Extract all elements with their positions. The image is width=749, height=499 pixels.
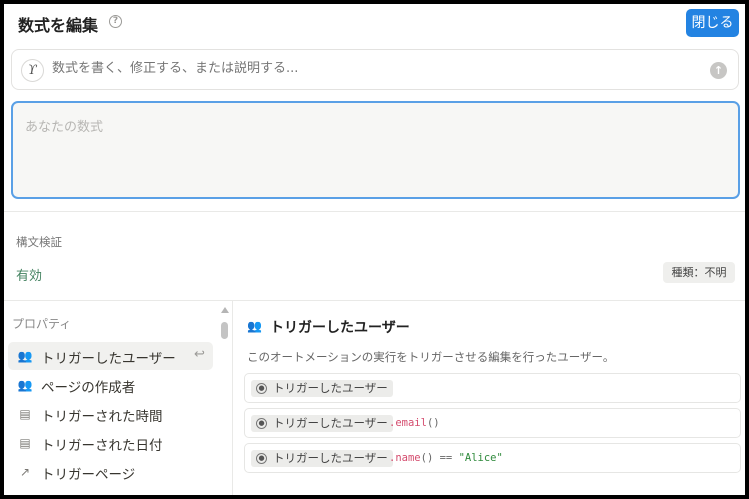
properties-panel: プロパティ 👥 トリガーしたユーザー ↩ 👥 ページの作成者 ▤ トリガーされた… [4, 301, 232, 495]
arrow-up-circle-icon[interactable]: ↑ [710, 62, 727, 79]
property-chip: ● トリガーしたユーザー [251, 380, 393, 397]
property-label: トリガーされた時間 [41, 409, 163, 425]
ai-prompt-bar[interactable]: ϒ ↑ [11, 49, 739, 90]
example-formula[interactable]: ● トリガーしたユーザー .name() == "Alice" [244, 443, 741, 473]
formula-placeholder: あなたの数式 [25, 120, 104, 135]
people-icon: 👥 [17, 378, 33, 392]
divider [4, 211, 745, 212]
properties-scrollbar[interactable] [220, 307, 229, 341]
formula-editor-dialog: 数式を編集 ? 閉じる ϒ ↑ あなたの数式 構文検証 有効 種類：不明 プロパ… [4, 4, 745, 495]
example-code: .email() [389, 417, 440, 429]
property-chip: ● トリガーしたユーザー [251, 415, 393, 432]
detail-title: トリガーしたユーザー [270, 320, 410, 336]
code-string: "Alice" [458, 452, 503, 464]
chip-label: トリガーしたユーザー [273, 416, 388, 430]
ai-sparkle-icon: ϒ [21, 59, 44, 82]
syntax-status: 有効 [16, 269, 43, 284]
chip-label: トリガーしたユーザー [273, 381, 388, 395]
person-circle-icon: ● [256, 418, 267, 429]
property-label: トリガーページ [41, 467, 136, 483]
calendar-icon: ▤ [19, 407, 31, 421]
code-function: name [395, 452, 421, 464]
dialog-title: 数式を編集 [18, 16, 99, 35]
type-badge: 種類：不明 [663, 262, 735, 283]
property-label: トリガーしたユーザー [41, 351, 176, 367]
detail-description: このオートメーションの実行をトリガーさせる編集を行ったユーザー。 [247, 350, 615, 364]
ai-prompt-input[interactable] [52, 61, 692, 76]
people-icon: 👥 [247, 319, 262, 333]
example-formula[interactable]: ● トリガーしたユーザー .email() [244, 408, 741, 438]
scroll-up-arrow-icon[interactable] [221, 307, 229, 313]
person-circle-icon: ● [256, 453, 267, 464]
chip-label: トリガーしたユーザー [273, 451, 388, 465]
people-icon: 👥 [17, 349, 33, 363]
example-code: .name() == "Alice" [389, 452, 503, 464]
scroll-thumb[interactable] [221, 322, 228, 339]
arrow-up-right-icon: ↗ [19, 465, 31, 479]
property-item-triggered-time[interactable]: ▤ トリガーされた時間 [8, 400, 213, 428]
dialog-header: 数式を編集 ? 閉じる [4, 4, 745, 44]
code-rest: () [426, 417, 440, 429]
property-item-triggered-user[interactable]: 👥 トリガーしたユーザー ↩ [8, 342, 213, 370]
properties-header: プロパティ [12, 317, 72, 331]
property-item-page-creator[interactable]: 👥 ページの作成者 [8, 371, 213, 399]
calendar-icon: ▤ [19, 436, 31, 450]
close-button[interactable]: 閉じる [686, 9, 739, 37]
property-detail-panel: 👥 トリガーしたユーザー このオートメーションの実行をトリガーさせる編集を行った… [233, 301, 745, 495]
code-rest: () == [420, 452, 459, 464]
code-function: email [395, 417, 427, 429]
person-circle-icon: ● [256, 383, 267, 394]
syntax-validation-label: 構文検証 [16, 235, 62, 249]
property-item-trigger-page[interactable]: ↗ トリガーページ [8, 458, 213, 486]
property-label: トリガーされた日付 [41, 438, 163, 454]
enter-return-icon: ↩ [194, 347, 205, 362]
property-chip: ● トリガーしたユーザー [251, 450, 393, 467]
property-label: ページの作成者 [41, 380, 136, 396]
property-item-triggered-date[interactable]: ▤ トリガーされた日付 [8, 429, 213, 457]
question-circle-icon[interactable]: ? [109, 15, 122, 28]
formula-input[interactable]: あなたの数式 [11, 101, 740, 199]
example-formula[interactable]: ● トリガーしたユーザー [244, 373, 741, 403]
